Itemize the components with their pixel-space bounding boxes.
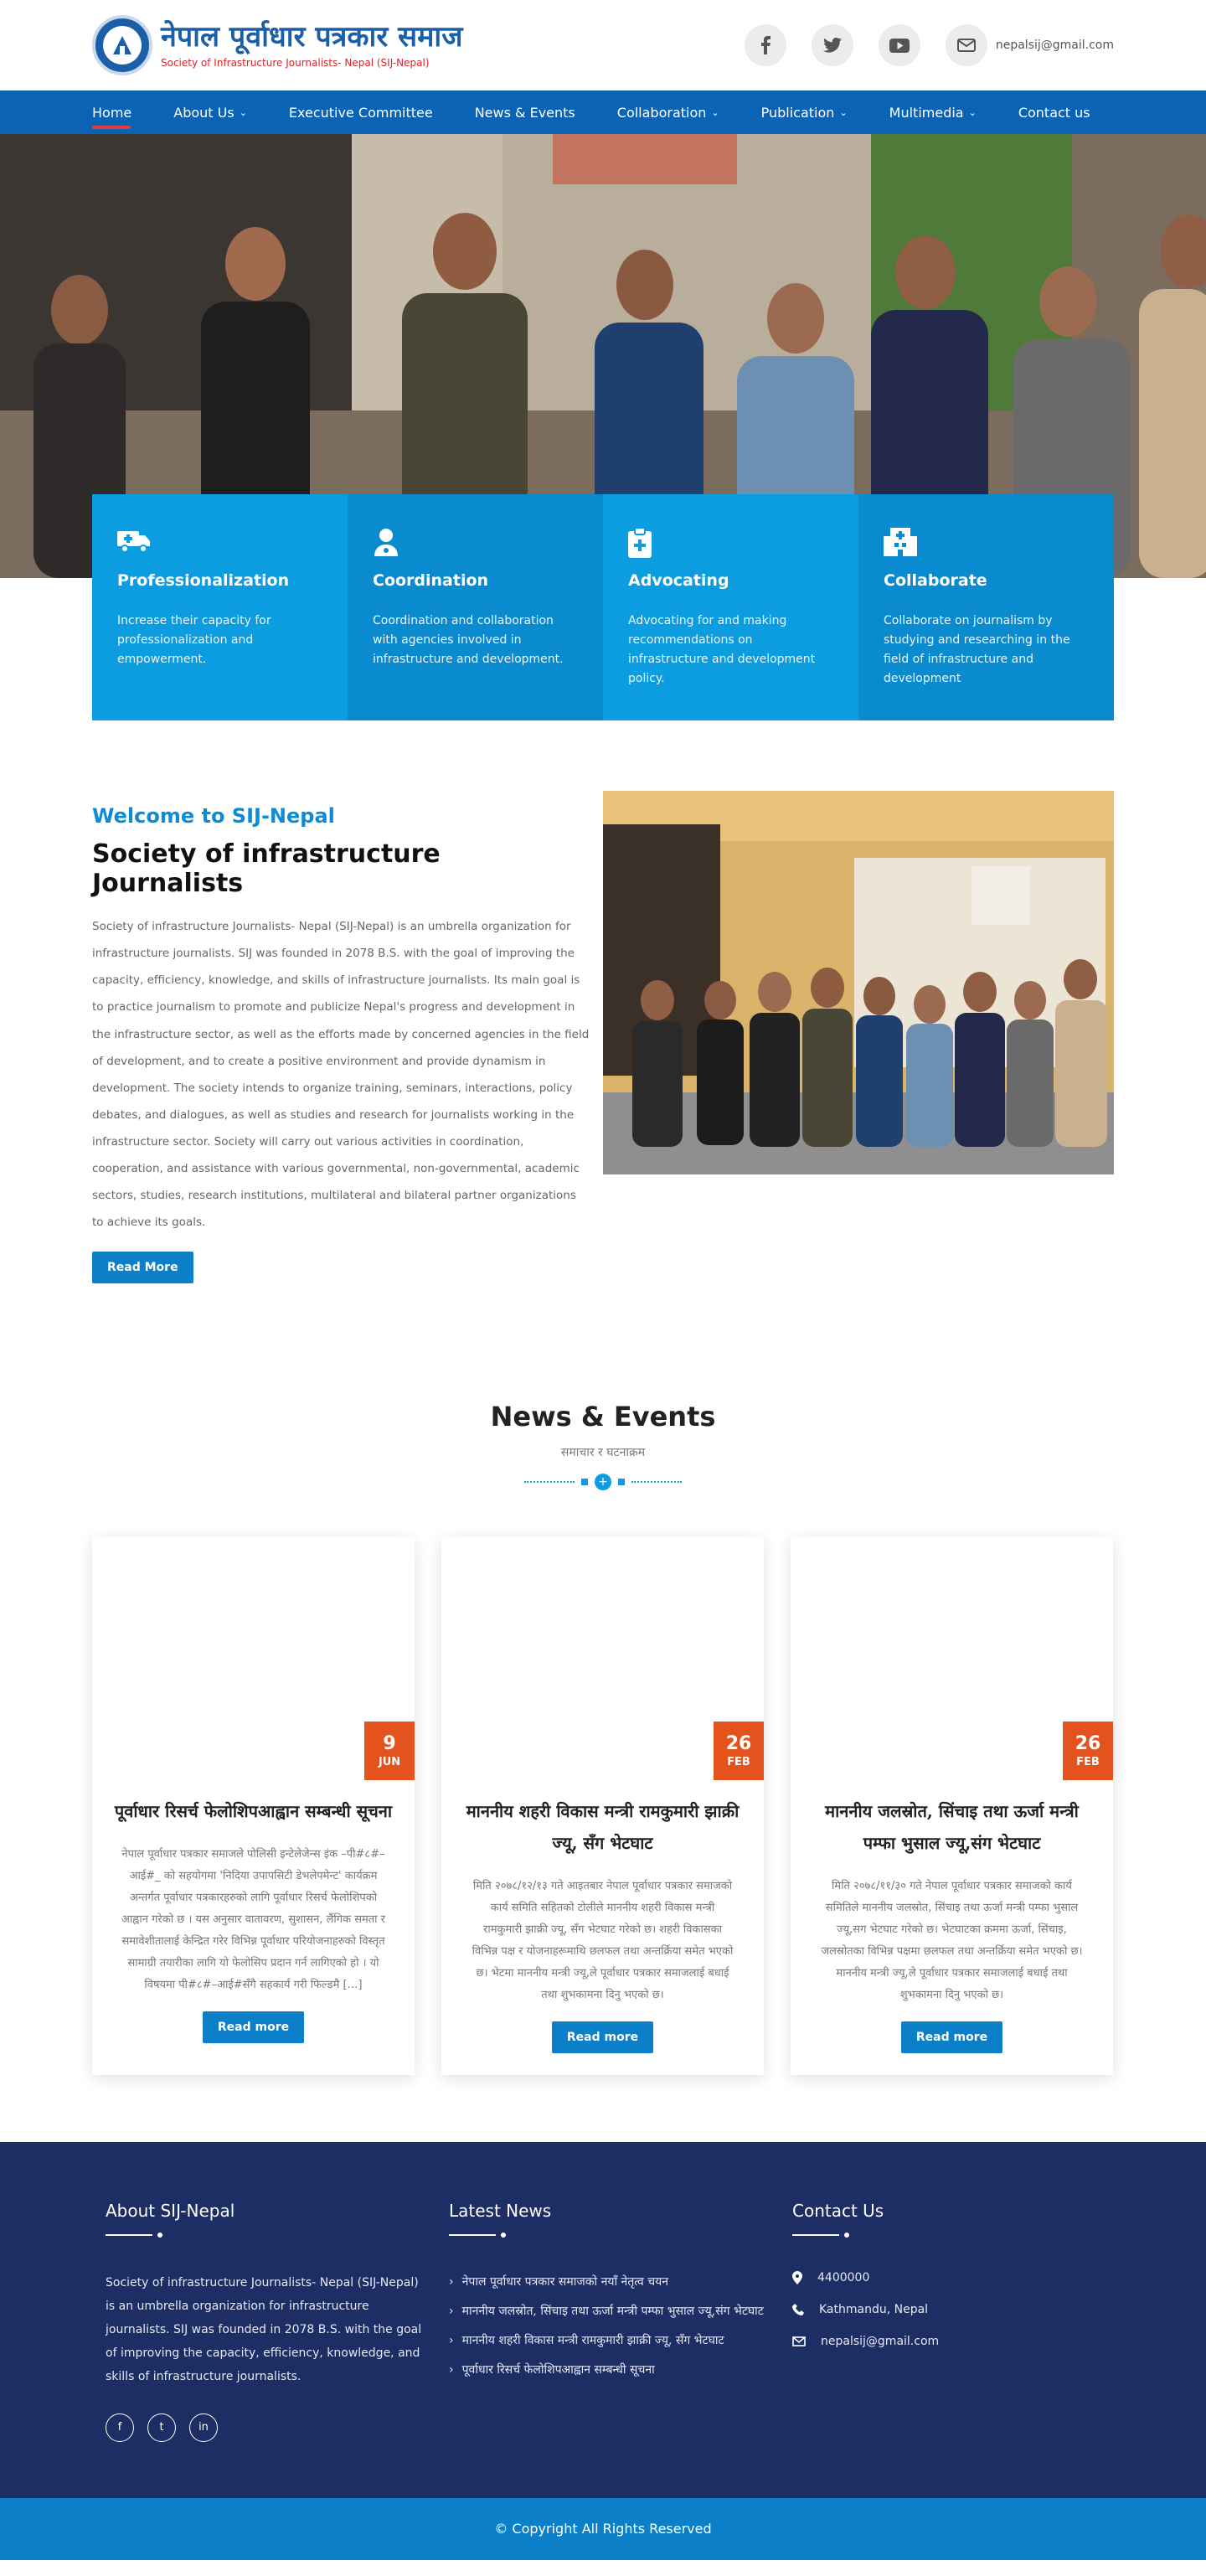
feature-advocating: Advocating Advocating for and making rec… (603, 494, 858, 720)
read-more-button[interactable]: Read more (551, 2021, 654, 2053)
feature-title: Professionalization (117, 571, 290, 590)
footer-social: f t in (106, 2413, 424, 2442)
read-more-button[interactable]: Read More (92, 1251, 193, 1283)
twitter-icon[interactable] (811, 24, 853, 66)
nav-news-events[interactable]: News & Events (475, 105, 575, 121)
news-section: News & Events समाचार र घटनाक्रम + 9 JUN … (0, 1401, 1206, 2075)
chevron-right-icon: › (449, 2274, 454, 2289)
news-card-image: 26 FEB (441, 1537, 764, 1780)
chevron-down-icon: ⌄ (968, 106, 977, 118)
feature-text: Increase their capacity for professional… (117, 614, 271, 667)
hero-banner: Professionalization Increase their capac… (0, 134, 1206, 720)
clipboard-medical-icon (628, 528, 833, 558)
feature-title: Advocating (628, 571, 729, 590)
date-badge: 26 FEB (714, 1721, 764, 1780)
site-header: नेपाल पूर्वाधार पत्रकार समाज Society of … (0, 0, 1206, 90)
footer-contact: Contact Us 4400000 Kathmandu, Nepal nepa… (792, 2201, 1111, 2498)
twitter-icon[interactable]: t (147, 2413, 176, 2442)
user-doctor-icon (373, 528, 578, 558)
youtube-icon[interactable] (878, 24, 920, 66)
phone-icon (792, 2303, 804, 2315)
welcome-group-photo (603, 791, 1114, 1174)
chevron-right-icon: › (449, 2363, 454, 2377)
mail-icon (792, 2336, 806, 2346)
latest-news-item[interactable]: › नेपाल पूर्वाधार पत्रकार समाजको नयाँ नेत… (449, 2271, 767, 2294)
ambulance-icon (117, 528, 322, 558)
map-pin-icon (792, 2270, 802, 2284)
news-cards: 9 JUN पूर्वाधार रिसर्च फेलोशिपआह्वान सम्… (0, 1536, 1206, 2075)
main-nav: Home About Us ⌄ Executive Committee News … (0, 90, 1206, 134)
contact-phone[interactable]: 4400000 (792, 2270, 1111, 2284)
logo-title: नेपाल पूर्वाधार पत्रकार समाज (161, 20, 463, 54)
chevron-right-icon: › (449, 2334, 454, 2348)
site-footer: About SIJ-Nepal Society of infrastructur… (0, 2141, 1206, 2498)
news-card: 26 FEB माननीय जलस्रोत, सिंचाइ तथा ऊर्जा … (791, 1536, 1113, 2075)
linkedin-icon[interactable]: in (189, 2413, 218, 2442)
date-badge: 26 FEB (1063, 1721, 1113, 1780)
header-email[interactable]: nepalsij@gmail.com (996, 39, 1114, 52)
news-card-title[interactable]: माननीय जलस्रोत, सिंचाइ तथा ऊर्जा मन्त्री… (791, 1780, 1113, 1876)
feature-text: Collaborate on journalism by studying an… (884, 614, 1070, 686)
nav-executive-committee[interactable]: Executive Committee (289, 105, 433, 121)
news-card-excerpt: मिति २०७८/१२/१३ गते आइतबार नेपाल पूर्वाध… (472, 1879, 734, 2001)
news-card-title[interactable]: पूर्वाधार रिसर्च फेलोशिपआह्वान सम्बन्धी … (92, 1780, 415, 1844)
feature-boxes: Professionalization Increase their capac… (92, 494, 1114, 720)
footer-contact-title: Contact Us (792, 2200, 884, 2221)
nav-about-us[interactable]: About Us ⌄ (173, 105, 247, 121)
footer-latest-news: Latest News › नेपाल पूर्वाधार पत्रकार समा… (449, 2201, 767, 2498)
site-logo[interactable]: नेपाल पूर्वाधार पत्रकार समाज Society of … (92, 15, 462, 75)
nav-publication[interactable]: Publication ⌄ (761, 105, 848, 121)
feature-text: Coordination and collaboration with agen… (373, 614, 564, 667)
logo-subtitle: Society of Infrastructure Journalists- N… (161, 56, 430, 69)
contact-email[interactable]: nepalsij@gmail.com (792, 2335, 1111, 2348)
news-card-image: 26 FEB (791, 1537, 1113, 1780)
feature-title: Coordination (373, 571, 489, 590)
news-card-excerpt: नेपाल पूर्वाधार पत्रकार समाजले पोलिसी इन… (121, 1847, 385, 1991)
news-card-image: 9 JUN (92, 1537, 415, 1780)
nav-multimedia[interactable]: Multimedia ⌄ (889, 105, 977, 121)
facebook-icon[interactable] (744, 24, 786, 66)
footer-latest-title: Latest News (449, 2200, 552, 2221)
contact-address: Kathmandu, Nepal (792, 2303, 1111, 2316)
news-card-excerpt: मिति २०७८/११/३० गते नेपाल पूर्वाधार पत्र… (821, 1879, 1083, 2001)
feature-text: Advocating for and making recommendation… (628, 614, 816, 686)
footer-about-title: About SIJ-Nepal (106, 2200, 235, 2221)
footer-about-text: Society of infrastructure Journalists- N… (106, 2275, 422, 2383)
nav-home[interactable]: Home (92, 105, 131, 129)
read-more-button[interactable]: Read more (202, 2011, 305, 2043)
mail-icon[interactable] (945, 24, 987, 66)
news-card-title[interactable]: माननीय शहरी विकास मन्त्री रामकुमारी झाक्… (441, 1780, 764, 1876)
nav-contact-us[interactable]: Contact us (1018, 105, 1090, 121)
news-card: 9 JUN पूर्वाधार रिसर्च फेलोशिपआह्वान सम्… (92, 1536, 415, 2075)
copyright-bar: © Copyright All Rights Reserved (0, 2497, 1206, 2560)
chevron-right-icon: › (449, 2304, 454, 2318)
facebook-icon[interactable]: f (106, 2413, 134, 2442)
news-card: 26 FEB माननीय शहरी विकास मन्त्री रामकुमा… (441, 1536, 764, 2075)
welcome-kicker: Welcome to SIJ-Nepal (92, 804, 335, 828)
latest-news-item[interactable]: › माननीय शहरी विकास मन्त्री रामकुमारी झाक… (449, 2330, 767, 2352)
news-title: News & Events (490, 1400, 716, 1433)
nav-collaboration[interactable]: Collaboration ⌄ (617, 105, 719, 121)
feature-professionalization: Professionalization Increase their capac… (92, 494, 348, 720)
date-badge: 9 JUN (364, 1721, 415, 1780)
feature-coordination: Coordination Coordination and collaborat… (348, 494, 603, 720)
feature-collaborate: Collaborate Collaborate on journalism by… (858, 494, 1114, 720)
latest-news-item[interactable]: › माननीय जलस्रोत, सिंचाइ तथा ऊर्जा मन्त्र… (449, 2300, 767, 2323)
feature-title: Collaborate (884, 571, 987, 590)
welcome-body: Society of infrastructure Journalists- N… (92, 920, 590, 1230)
read-more-button[interactable]: Read more (900, 2021, 1003, 2053)
chevron-down-icon: ⌄ (839, 106, 848, 118)
welcome-title: Society of infrastructure Journalists (92, 839, 441, 898)
chevron-down-icon: ⌄ (239, 106, 247, 118)
footer-about: About SIJ-Nepal Society of infrastructur… (106, 2201, 424, 2498)
section-divider: + (0, 1473, 1206, 1490)
hospital-icon (884, 528, 1089, 558)
news-subtitle: समाचार र घटनाक्रम (560, 1445, 646, 1459)
plus-icon: + (595, 1473, 611, 1490)
chevron-down-icon: ⌄ (711, 106, 719, 118)
logo-seal-icon (92, 15, 152, 75)
latest-news-item[interactable]: › पूर्वाधार रिसर्च फेलोशिपआह्वान सम्बन्धी… (449, 2359, 767, 2382)
